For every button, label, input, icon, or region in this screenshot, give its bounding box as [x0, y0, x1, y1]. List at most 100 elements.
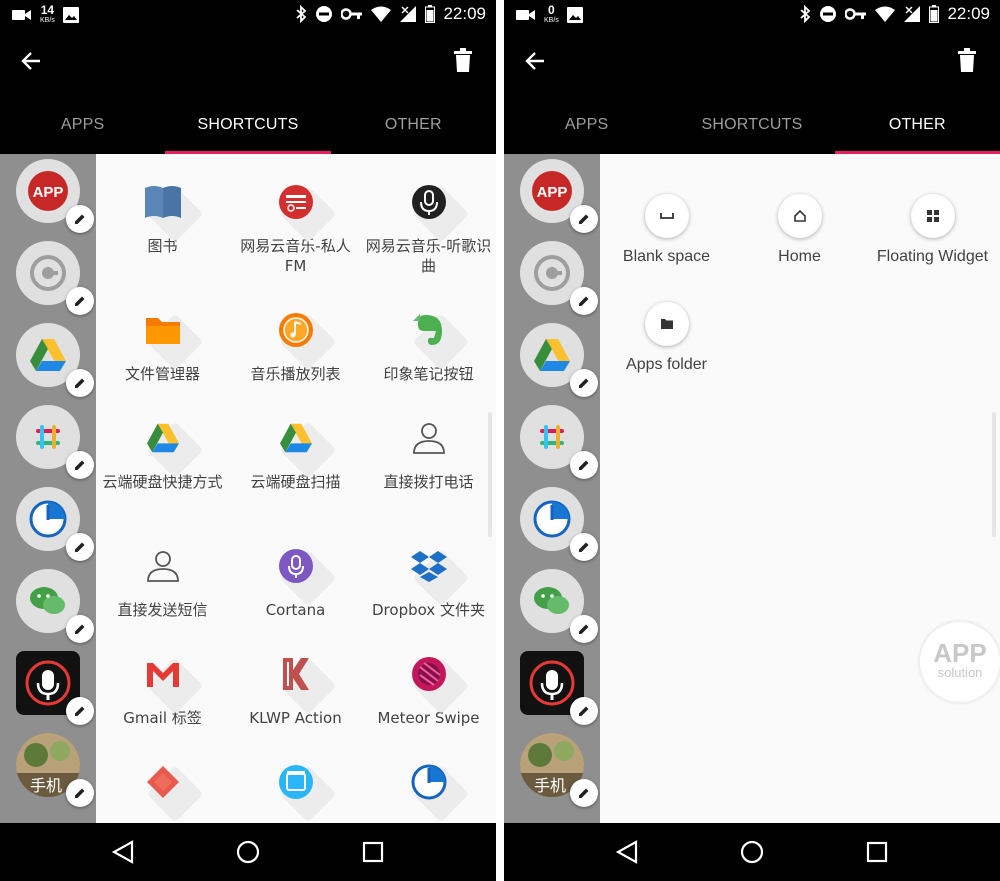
grid-item-label: 直接拨打电话: [383, 473, 474, 491]
nav-home-button[interactable]: [230, 834, 266, 870]
edit-button[interactable]: [66, 451, 94, 479]
toolbar: [0, 30, 496, 94]
other-item-floating-widget[interactable]: Floating Widget: [866, 194, 999, 266]
back-button[interactable]: [524, 50, 552, 74]
other-item-label: Apps folder: [626, 356, 707, 373]
klwp-icon: [270, 648, 336, 715]
phone-screen-other: 0 KB/s 22:09 APPS SHORTCUTS OTHER APP 手机…: [504, 0, 1000, 881]
grid-item[interactable]: Dropbox 文件夹: [362, 540, 495, 620]
edit-button[interactable]: [570, 615, 598, 643]
sidebar-item-wechat[interactable]: [16, 569, 94, 643]
sidebar-item-app[interactable]: APP: [520, 159, 598, 233]
grid-item[interactable]: Cortana: [229, 540, 362, 620]
sidebar-item-voice[interactable]: [16, 651, 94, 725]
net-speed-unit: KB/s: [544, 17, 559, 24]
tab-other[interactable]: OTHER: [331, 94, 496, 154]
net-speed: 0 KB/s: [544, 4, 559, 25]
sidebar-item-photo[interactable]: 手机: [520, 733, 598, 807]
grid-item[interactable]: 网易云音乐-听歌识曲: [362, 176, 495, 276]
grid-item[interactable]: KLWP Action: [229, 648, 362, 728]
nav-bar: [504, 823, 1000, 881]
nav-home-button[interactable]: [734, 834, 770, 870]
grid-item[interactable]: [229, 756, 362, 823]
pencil-icon: [75, 460, 85, 470]
grid-item[interactable]: 图书: [96, 176, 229, 256]
grid-item[interactable]: 印象笔记按钮: [362, 304, 495, 384]
tab-other[interactable]: OTHER: [834, 94, 1000, 154]
image-icon: [566, 6, 583, 23]
grid-item[interactable]: Meteor Swipe: [362, 648, 495, 728]
grid-item[interactable]: 云端硬盘扫描: [229, 412, 362, 492]
tab-shortcuts[interactable]: SHORTCUTS: [669, 94, 834, 154]
grid-item[interactable]: 文件管理器: [96, 304, 229, 384]
grid-item[interactable]: 音乐播放列表: [229, 304, 362, 384]
nav-recents-button[interactable]: [355, 834, 391, 870]
edit-button[interactable]: [570, 779, 598, 807]
edit-button[interactable]: [66, 697, 94, 725]
tab-shortcuts[interactable]: SHORTCUTS: [165, 94, 331, 154]
pencil-icon: [75, 378, 85, 388]
netease-mic-icon: [403, 176, 469, 243]
sidebar-item-wechat[interactable]: [520, 569, 598, 643]
other-item-apps-folder[interactable]: Apps folder: [600, 302, 733, 374]
circle-home-icon: [740, 840, 764, 864]
sidebar-item-app[interactable]: APP: [16, 159, 94, 233]
net-speed-value: 0: [548, 3, 555, 17]
circle-home-icon: [236, 840, 260, 864]
arrow-left-icon: [525, 52, 544, 70]
grid-item[interactable]: 云端硬盘快捷方式: [96, 412, 229, 492]
blank-space-icon: [644, 194, 689, 238]
edit-button[interactable]: [66, 287, 94, 315]
pencil-icon: [579, 542, 589, 552]
grid-item[interactable]: [362, 756, 495, 823]
edit-button[interactable]: [570, 697, 598, 725]
tab-apps[interactable]: APPS: [504, 94, 669, 154]
book-icon: [137, 176, 203, 243]
nav-back-button[interactable]: [105, 834, 141, 870]
evernote-icon: [403, 304, 469, 371]
back-button[interactable]: [20, 50, 48, 74]
nav-recents-button[interactable]: [859, 834, 895, 870]
edit-button[interactable]: [66, 205, 94, 233]
photo-caption: 手机: [30, 776, 62, 795]
edit-button[interactable]: [66, 615, 94, 643]
grid-item[interactable]: [96, 756, 229, 823]
delete-button[interactable]: [958, 48, 982, 76]
edit-button[interactable]: [570, 287, 598, 315]
scrollbar[interactable]: [992, 412, 996, 537]
sidebar-item-photo[interactable]: 手机: [16, 733, 94, 807]
other-item-home[interactable]: Home: [733, 194, 866, 266]
grid-item[interactable]: Gmail 标签: [96, 648, 229, 728]
net-speed: 14 KB/s: [40, 4, 55, 25]
pencil-icon: [579, 624, 589, 634]
pencil-icon: [579, 378, 589, 388]
grid-item[interactable]: 直接发送短信: [96, 540, 229, 620]
nav-back-button[interactable]: [609, 834, 645, 870]
sidebar-item-gear[interactable]: [520, 241, 598, 315]
sidebar-item-voice[interactable]: [520, 651, 598, 725]
edit-button[interactable]: [570, 451, 598, 479]
gmail-icon: [137, 648, 203, 715]
sidebar-item-clock[interactable]: [520, 487, 598, 561]
sidebar-item-gear[interactable]: [16, 241, 94, 315]
edit-button[interactable]: [66, 779, 94, 807]
edit-button[interactable]: [570, 205, 598, 233]
edit-button[interactable]: [66, 369, 94, 397]
trash-icon: [454, 48, 472, 72]
sidebar-item-slack[interactable]: [16, 405, 94, 479]
edit-button[interactable]: [570, 369, 598, 397]
diamond-app-icon: [137, 756, 203, 823]
sidebar-item-drive[interactable]: [520, 323, 598, 397]
sidebar-item-slack[interactable]: [520, 405, 598, 479]
tab-apps[interactable]: APPS: [0, 94, 165, 154]
sidebar-item-clock[interactable]: [16, 487, 94, 561]
grid-item[interactable]: 网易云音乐-私人FM: [229, 176, 362, 276]
other-item-blank-space[interactable]: Blank space: [600, 194, 733, 266]
grid-item[interactable]: 直接拨打电话: [362, 412, 495, 492]
grid-item-label: 图书: [147, 237, 178, 255]
edit-button[interactable]: [66, 533, 94, 561]
sidebar-item-drive[interactable]: [16, 323, 94, 397]
delete-button[interactable]: [454, 48, 478, 76]
edit-button[interactable]: [570, 533, 598, 561]
grid-item-label: Meteor Swipe: [377, 709, 480, 727]
